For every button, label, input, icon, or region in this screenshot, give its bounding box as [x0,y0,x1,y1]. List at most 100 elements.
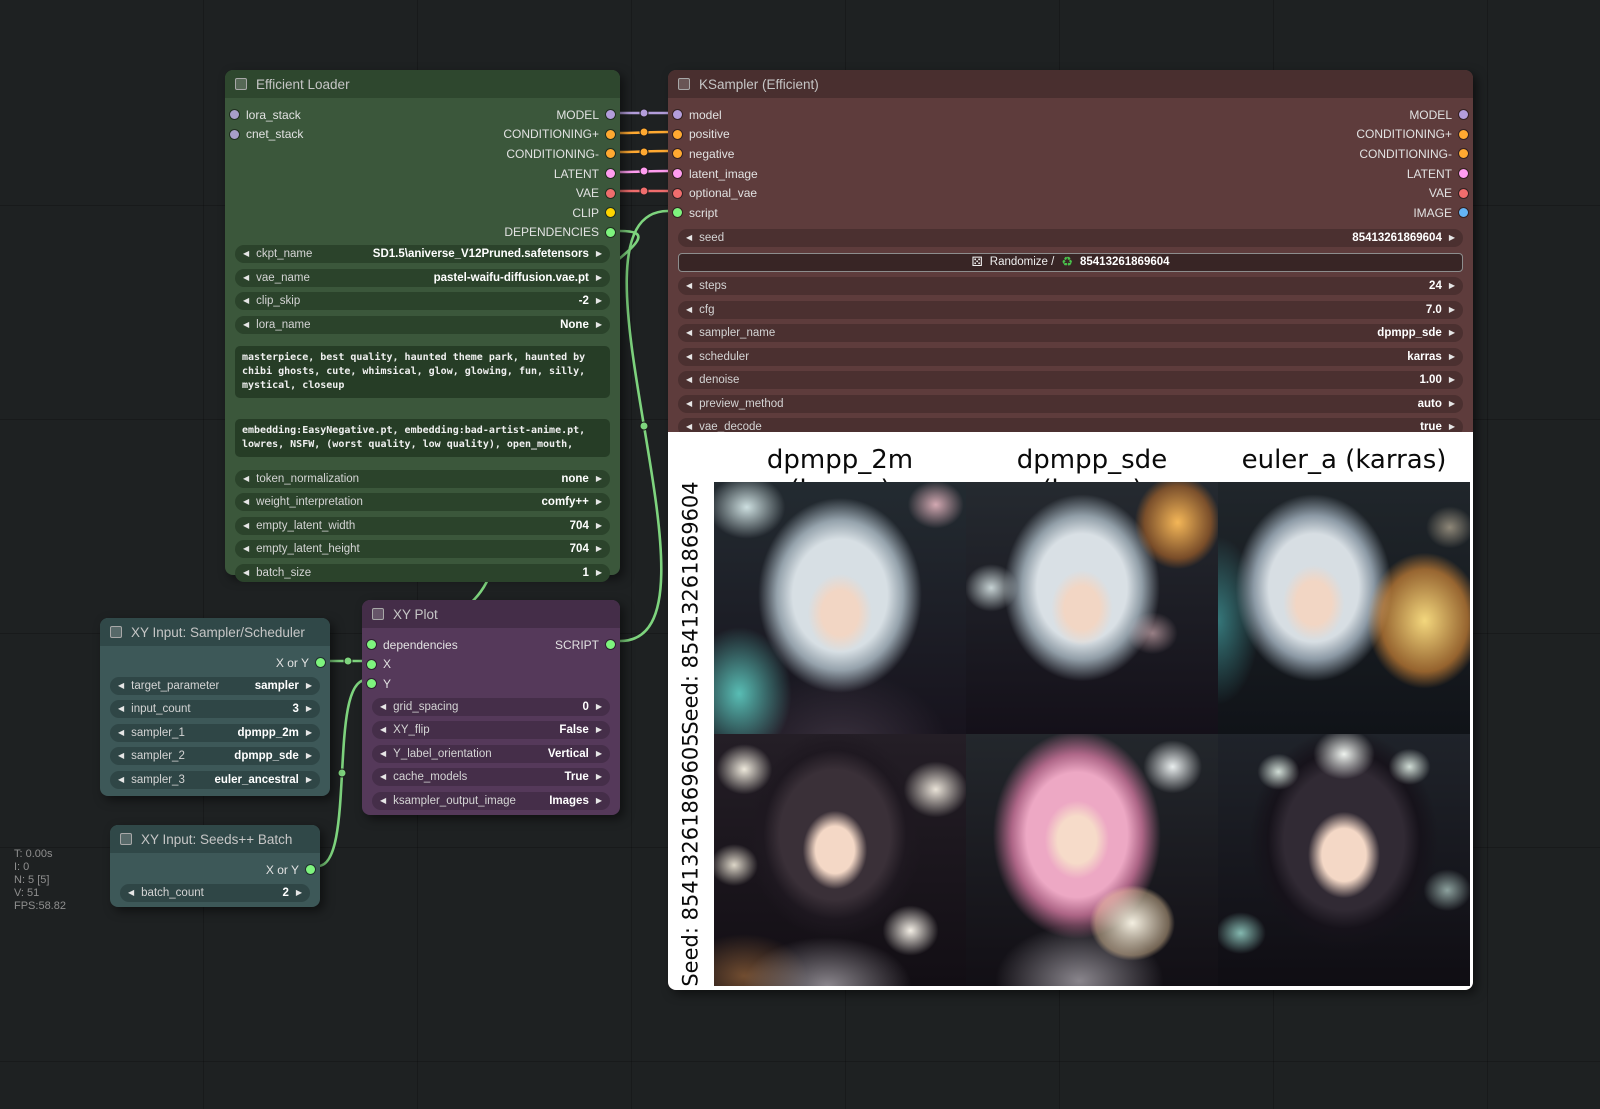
increment-arrow-icon[interactable]: ▶ [596,726,602,734]
increment-arrow-icon[interactable]: ▶ [596,797,602,805]
input-port-positive[interactable]: positive [668,125,1071,145]
increment-arrow-icon[interactable]: ▶ [596,703,602,711]
port-dot-icon[interactable] [673,110,682,119]
increment-arrow-icon[interactable]: ▶ [596,569,602,577]
node-title-bar[interactable]: KSampler (Efficient) [668,70,1473,98]
increment-arrow-icon[interactable]: ▶ [306,776,312,784]
increment-arrow-icon[interactable]: ▶ [596,750,602,758]
decrement-arrow-icon[interactable]: ◀ [128,889,134,897]
increment-arrow-icon[interactable]: ▶ [306,705,312,713]
link-midpoint-dot[interactable] [640,187,648,195]
positive-prompt-textarea[interactable]: masterpiece, best quality, haunted theme… [235,346,610,398]
widget-sampler-name[interactable]: ◀ sampler_name dpmpp_sde ▶ [678,324,1463,342]
increment-arrow-icon[interactable]: ▶ [1449,306,1455,314]
port-dot-icon[interactable] [1459,208,1468,217]
widget-vae-name[interactable]: ◀ vae_name pastel-waifu-diffusion.vae.pt… [235,269,610,287]
port-dot-icon[interactable] [673,189,682,198]
collapse-icon[interactable] [678,78,690,90]
input-port-dependencies[interactable]: dependencies [362,635,491,655]
output-port-conditioning-minus[interactable]: CONDITIONING- [1071,144,1474,164]
decrement-arrow-icon[interactable]: ◀ [243,297,249,305]
link-midpoint-dot[interactable] [338,769,346,777]
port-dot-icon[interactable] [316,658,325,667]
collapse-icon[interactable] [235,78,247,90]
port-dot-icon[interactable] [606,208,615,217]
port-dot-icon[interactable] [367,640,376,649]
increment-arrow-icon[interactable]: ▶ [596,522,602,530]
widget-empty-latent-width[interactable]: ◀ empty_latent_width 704 ▶ [235,517,610,535]
port-dot-icon[interactable] [606,110,615,119]
decrement-arrow-icon[interactable]: ◀ [686,400,692,408]
output-port-latent[interactable]: LATENT [1071,164,1474,184]
output-port-dependencies[interactable]: DEPENDENCIES [423,223,621,243]
port-dot-icon[interactable] [306,865,315,874]
increment-arrow-icon[interactable]: ▶ [596,773,602,781]
decrement-arrow-icon[interactable]: ◀ [686,306,692,314]
decrement-arrow-icon[interactable]: ◀ [243,321,249,329]
output-port-conditioning-plus[interactable]: CONDITIONING+ [423,125,621,145]
decrement-arrow-icon[interactable]: ◀ [243,545,249,553]
port-dot-icon[interactable] [1459,149,1468,158]
widget-input-count[interactable]: ◀ input_count 3 ▶ [110,700,320,718]
port-dot-icon[interactable] [1459,189,1468,198]
decrement-arrow-icon[interactable]: ◀ [243,250,249,258]
widget-preview-method[interactable]: ◀ preview_method auto ▶ [678,395,1463,413]
increment-arrow-icon[interactable]: ▶ [1449,400,1455,408]
output-port-model[interactable]: MODEL [423,105,621,125]
output-port-clip[interactable]: CLIP [423,203,621,223]
input-port-cnet-stack[interactable]: cnet_stack [225,125,423,145]
port-dot-icon[interactable] [606,149,615,158]
node-ksampler-efficient[interactable]: KSampler (Efficient) model positive nega… [668,70,1473,990]
widget-seed[interactable]: ◀ seed 85413261869604 ▶ [678,229,1463,247]
widget-cache-models[interactable]: ◀ cache_models True ▶ [372,768,610,786]
widget-batch-size[interactable]: ◀ batch_size 1 ▶ [235,564,610,582]
decrement-arrow-icon[interactable]: ◀ [243,475,249,483]
collapse-icon[interactable] [110,626,122,638]
decrement-arrow-icon[interactable]: ◀ [118,729,124,737]
output-port-image[interactable]: IMAGE [1071,203,1474,223]
decrement-arrow-icon[interactable]: ◀ [686,234,692,242]
increment-arrow-icon[interactable]: ▶ [296,889,302,897]
increment-arrow-icon[interactable]: ▶ [1449,423,1455,431]
widget-grid-spacing[interactable]: ◀ grid_spacing 0 ▶ [372,698,610,716]
input-port-model[interactable]: model [668,105,1071,125]
widget-token-normalization[interactable]: ◀ token_normalization none ▶ [235,470,610,488]
decrement-arrow-icon[interactable]: ◀ [243,274,249,282]
link-midpoint-dot[interactable] [640,128,648,136]
widget-weight-interpretation[interactable]: ◀ weight_interpretation comfy++ ▶ [235,493,610,511]
decrement-arrow-icon[interactable]: ◀ [118,776,124,784]
link-midpoint-dot[interactable] [640,422,648,430]
widget-sampler-1[interactable]: ◀ sampler_1 dpmpp_2m ▶ [110,724,320,742]
decrement-arrow-icon[interactable]: ◀ [686,353,692,361]
port-dot-icon[interactable] [230,130,239,139]
decrement-arrow-icon[interactable]: ◀ [686,376,692,384]
randomize-seed-button[interactable]: ⚄ Randomize / ♻ 85413261869604 [678,253,1463,272]
output-port-conditioning-plus[interactable]: CONDITIONING+ [1071,125,1474,145]
widget-sampler-2[interactable]: ◀ sampler_2 dpmpp_sde ▶ [110,747,320,765]
node-title-bar[interactable]: XY Plot [362,600,620,628]
widget-y-label-orientation[interactable]: ◀ Y_label_orientation Vertical ▶ [372,745,610,763]
link-midpoint-dot[interactable] [640,109,648,117]
decrement-arrow-icon[interactable]: ◀ [118,752,124,760]
increment-arrow-icon[interactable]: ▶ [306,752,312,760]
widget-clip-skip[interactable]: ◀ clip_skip -2 ▶ [235,292,610,310]
output-port-x-or-y[interactable]: X or Y [100,653,330,673]
port-dot-icon[interactable] [673,149,682,158]
port-dot-icon[interactable] [367,679,376,688]
collapse-icon[interactable] [120,833,132,845]
widget-ksampler-output-image[interactable]: ◀ ksampler_output_image Images ▶ [372,792,610,810]
port-dot-icon[interactable] [1459,169,1468,178]
port-dot-icon[interactable] [606,169,615,178]
increment-arrow-icon[interactable]: ▶ [596,498,602,506]
link-midpoint-dot[interactable] [640,167,648,175]
increment-arrow-icon[interactable]: ▶ [596,297,602,305]
port-dot-icon[interactable] [1459,110,1468,119]
increment-arrow-icon[interactable]: ▶ [596,274,602,282]
port-dot-icon[interactable] [606,189,615,198]
port-dot-icon[interactable] [367,660,376,669]
input-port-y[interactable]: Y [362,674,491,694]
port-dot-icon[interactable] [606,130,615,139]
node-xy-input-seeds-batch[interactable]: XY Input: Seeds++ Batch X or Y ◀ batch_c… [110,825,320,907]
increment-arrow-icon[interactable]: ▶ [1449,329,1455,337]
widget-scheduler[interactable]: ◀ scheduler karras ▶ [678,348,1463,366]
